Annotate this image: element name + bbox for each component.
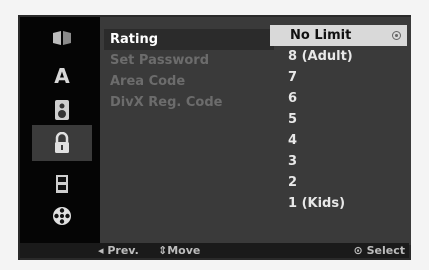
speaker-icon[interactable] [42,97,82,123]
move-hint: ⇕Move [158,244,201,257]
prev-hint: ◂ Prev. [98,244,139,257]
language-a-icon[interactable]: A [42,63,82,89]
lock-icon[interactable] [32,125,92,161]
menu-item-set-password[interactable]: Set Password [104,50,274,71]
rating-options-list: No Limit 8 (Adult) 7 6 5 4 3 2 1 (Kids) [270,25,407,214]
rating-option-6[interactable]: 6 [270,88,407,109]
rating-option-2[interactable]: 2 [270,172,407,193]
menu-item-area-code[interactable]: Area Code [104,71,274,92]
setting-list: Rating Set Password Area Code DivX Reg. … [104,29,274,113]
rating-option-7[interactable]: 7 [270,67,407,88]
rating-option-3[interactable]: 3 [270,151,407,172]
rating-option-label: No Limit [290,28,352,43]
rating-option-5[interactable]: 5 [270,109,407,130]
rating-option-4[interactable]: 4 [270,130,407,151]
rating-option-8[interactable]: 8 (Adult) [270,46,407,67]
rating-option-no-limit[interactable]: No Limit [270,25,407,46]
lock-settings-panel: Rating Set Password Area Code DivX Reg. … [100,17,411,245]
button-hint-bar: ◂ Prev. ⇕Move ⊙ Select [20,243,409,258]
menu-item-rating[interactable]: Rating [104,29,274,50]
disc-icon[interactable] [42,25,82,51]
category-sidebar: A [20,17,100,245]
setup-menu-screen: A Rating Set Password Area Code DivX Reg… [18,15,411,260]
reel-icon[interactable] [42,203,82,229]
rating-option-1[interactable]: 1 (Kids) [270,193,407,214]
select-hint: ⊙ Select [353,244,405,257]
film-icon[interactable] [42,171,82,197]
menu-item-divx-reg-code[interactable]: DivX Reg. Code [104,92,274,113]
selected-dot-icon [392,31,401,40]
